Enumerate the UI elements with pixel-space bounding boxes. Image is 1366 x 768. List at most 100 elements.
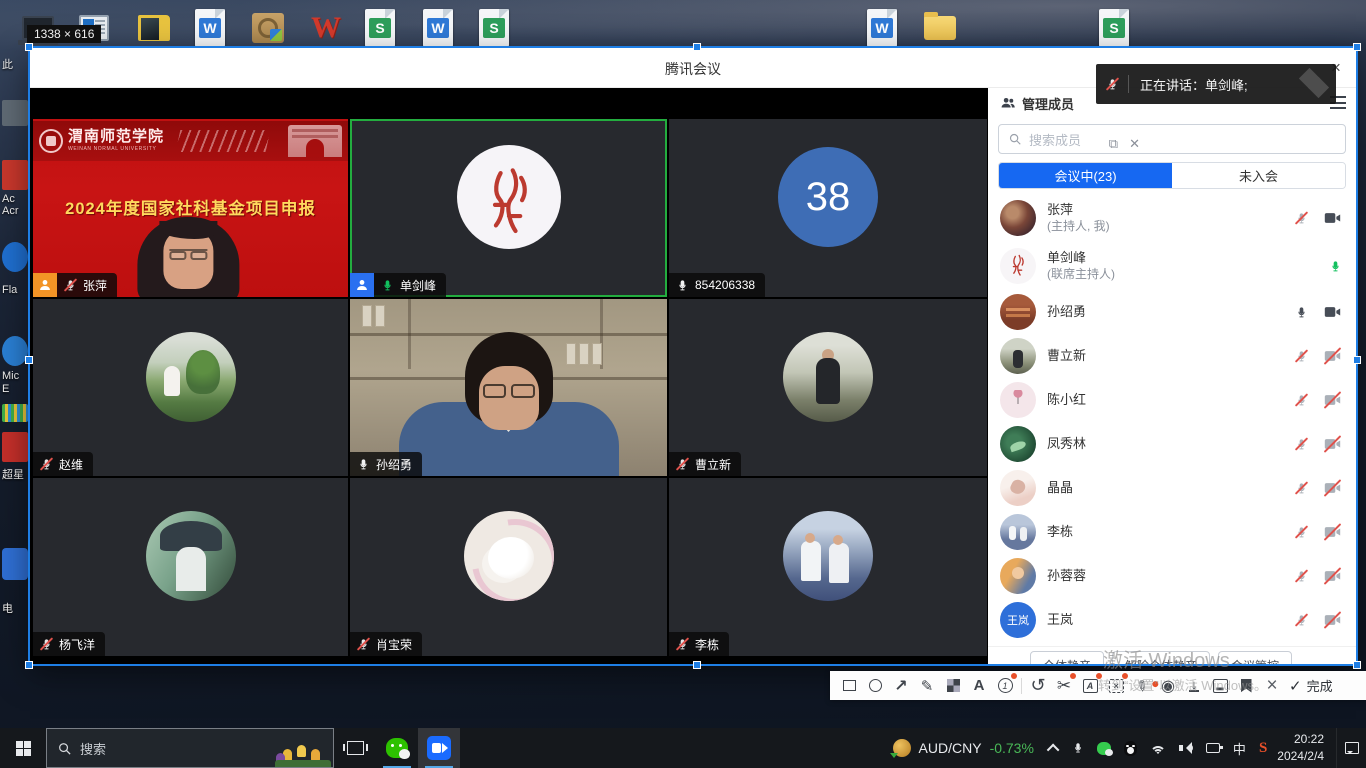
done-button[interactable]: ✓ 完成 (1289, 676, 1333, 695)
mic-active-icon[interactable] (1329, 259, 1342, 274)
camera-off-icon[interactable] (1323, 525, 1342, 539)
panel-close-icon[interactable]: ✕ (1129, 136, 1140, 152)
mic-muted-icon[interactable] (1295, 481, 1308, 496)
mic-muted-icon[interactable] (1295, 525, 1308, 540)
video-tile-yangfeiyang[interactable]: 杨飞洋 (33, 478, 348, 656)
tray-qq-icon[interactable] (1124, 741, 1137, 756)
member-row[interactable]: 王岚 王岚 (988, 598, 1356, 642)
desktop-icon-word-doc[interactable]: W (190, 6, 230, 50)
mic-muted-icon[interactable] (1295, 349, 1308, 364)
desktop-icon-sheet-3[interactable]: S (1094, 6, 1134, 50)
taskbar-wechat-button[interactable] (376, 728, 418, 768)
ime-indicator[interactable]: 中 (1233, 739, 1246, 758)
desktop-icon-sheet-1[interactable]: S (360, 6, 400, 50)
flash-icon[interactable] (2, 242, 28, 272)
tab-not-joined[interactable]: 未入会 (1172, 163, 1345, 188)
mic-muted-icon[interactable] (1295, 569, 1308, 584)
pen-tool-icon[interactable]: ✎ (914, 673, 940, 699)
taskbar-search-input[interactable]: 搜索 (46, 728, 334, 768)
camera-off-icon[interactable] (1323, 349, 1342, 363)
camera-off-icon[interactable] (1323, 569, 1342, 583)
label-acrobat-2: Acr (2, 205, 19, 217)
camera-on-icon[interactable] (1323, 305, 1342, 319)
sogou-icon[interactable]: S (1259, 740, 1267, 757)
action-center-button[interactable] (1336, 728, 1366, 768)
video-tile-sunshaoyong[interactable]: 孙绍勇 (350, 299, 667, 476)
record-icon[interactable]: ◉ (1155, 673, 1181, 699)
camera-off-icon[interactable] (1323, 437, 1342, 451)
camera-off-icon[interactable] (1323, 481, 1342, 495)
member-search-input[interactable]: 搜索成员 (998, 124, 1346, 154)
arrow-tool-icon[interactable]: ↗ (888, 673, 914, 699)
step-number-tool-icon[interactable]: 1 (992, 673, 1018, 699)
ellipse-tool-icon[interactable] (862, 673, 888, 699)
video-tile-xiaobaorong[interactable]: 肖宝荣 (350, 478, 667, 656)
member-row[interactable]: 陈小红 (988, 378, 1356, 422)
video-tile-zhangping[interactable]: 渭南师范学院 WEINAN NORMAL UNIVERSITY 2024年度国家… (33, 119, 348, 297)
taskbar-clock[interactable]: 20:22 2024/2/4 (1277, 731, 1324, 765)
acrobat-icon[interactable] (2, 160, 28, 190)
video-tile-shanjianfeng[interactable]: 单剑峰 (350, 119, 667, 297)
mic-muted-icon[interactable] (1295, 211, 1308, 226)
member-name: 曹立新 (1047, 348, 1086, 364)
video-tile-lidong[interactable]: 李栋 (669, 478, 987, 656)
member-row[interactable]: 李栋 (988, 510, 1356, 554)
camera-off-icon[interactable] (1323, 393, 1342, 407)
tab-in-meeting[interactable]: 会议中(23) (999, 163, 1172, 188)
mic-on-icon[interactable] (1295, 305, 1308, 320)
forex-ticker[interactable]: AUD/CNY -0.73% (893, 739, 1034, 757)
rectangle-tool-icon[interactable] (836, 673, 862, 699)
meeting-control-button[interactable]: 会议管控 (1218, 651, 1292, 664)
camera-off-icon[interactable] (1323, 613, 1342, 627)
scissors-icon[interactable]: ✂ (1051, 673, 1077, 699)
unmute-all-button[interactable]: 解除全体静音 (1112, 651, 1210, 664)
video-tile-zhaowei[interactable]: 赵维 (33, 299, 348, 476)
pin-to-screen-icon[interactable]: ▂ (1207, 673, 1233, 699)
taskbar-meeting-button[interactable] (418, 728, 460, 768)
text-tool-icon[interactable]: A (966, 673, 992, 699)
mute-all-button[interactable]: 全体静音 (1030, 651, 1104, 664)
cancel-icon[interactable]: × (1259, 673, 1285, 699)
hidden-icons-chevron[interactable] (1050, 744, 1059, 753)
camera-on-icon[interactable] (1323, 211, 1342, 225)
windows-logo-icon (16, 741, 31, 756)
member-row[interactable]: 孙蓉蓉 (988, 554, 1356, 598)
capture-size-tooltip: 1338 × 616 (27, 25, 101, 43)
network-icon[interactable] (1150, 742, 1166, 754)
mic-muted-icon[interactable] (1295, 393, 1308, 408)
member-row[interactable]: 单剑峰 (联席主持人) (988, 242, 1356, 290)
mic-muted-icon[interactable] (1295, 613, 1308, 628)
mosaic-tool-icon[interactable] (940, 673, 966, 699)
pc-guard-icon[interactable] (2, 548, 28, 580)
power-plug-icon[interactable] (1206, 743, 1220, 753)
desktop-icon-word-3[interactable]: W (862, 6, 902, 50)
desktop-icon-folder[interactable] (920, 6, 960, 50)
recycle-bin-icon[interactable] (2, 100, 28, 126)
member-row[interactable]: 晶晶 (988, 466, 1356, 510)
volume-icon[interactable] (1179, 742, 1193, 754)
mic-muted-icon (676, 457, 689, 472)
save-icon[interactable]: ↓ (1181, 673, 1207, 699)
undo-icon[interactable]: ↺ (1025, 673, 1051, 699)
member-row[interactable]: 曹立新 (988, 334, 1356, 378)
member-row[interactable]: 孙绍勇 (988, 290, 1356, 334)
video-tile-caolixin[interactable]: 曹立新 (669, 299, 987, 476)
bookmark-icon[interactable] (1233, 673, 1259, 699)
desktop-icon-folder-image[interactable] (134, 6, 174, 50)
desktop-icon-sheet-2[interactable]: S (474, 6, 514, 50)
desktop-icon-word-2[interactable]: W (418, 6, 458, 50)
member-row[interactable]: 凤秀林 (988, 422, 1356, 466)
desktop-icon-wps[interactable]: W (306, 6, 346, 50)
translate-icon[interactable]: A (1077, 673, 1103, 699)
chaoxing-icon[interactable] (2, 432, 28, 462)
desktop-icon-archive[interactable] (248, 6, 288, 50)
tray-wechat-icon[interactable] (1097, 742, 1111, 755)
edge-icon[interactable] (2, 336, 28, 366)
tray-mic-icon[interactable] (1072, 741, 1084, 755)
video-tile-854206338[interactable]: 38 854206338 (669, 119, 987, 297)
task-view-button[interactable] (334, 728, 376, 768)
mic-muted-icon[interactable] (1295, 437, 1308, 452)
panel-popout-icon[interactable]: ⧉ (1109, 136, 1118, 152)
member-row[interactable]: 张萍 (主持人, 我) (988, 194, 1356, 242)
start-button[interactable] (0, 728, 46, 768)
